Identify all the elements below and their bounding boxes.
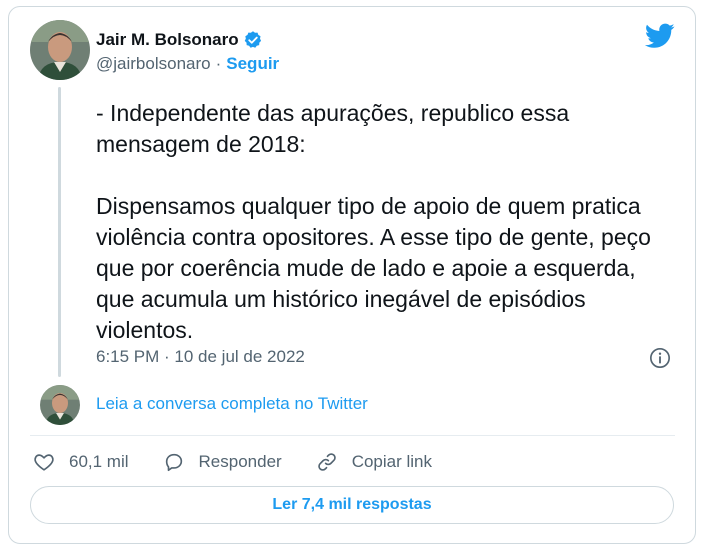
read-replies-button[interactable]: Ler 7,4 mil respostas xyxy=(30,486,674,524)
actions-divider xyxy=(30,435,675,436)
avatar-photo-small xyxy=(40,385,80,425)
thread-connector-line xyxy=(58,87,61,377)
like-count: 60,1 mil xyxy=(69,452,129,471)
author-handle-row: @jairbolsonaro · Seguir xyxy=(96,54,279,74)
tweet-actions: 60,1 mil Responder Copiar link xyxy=(33,449,466,475)
author-handle[interactable]: @jairbolsonaro xyxy=(96,54,211,74)
speech-bubble-icon xyxy=(165,453,182,472)
tweet-card: Jair M. Bolsonaro @jairbolsonaro · Segui… xyxy=(8,6,696,544)
heart-icon xyxy=(34,454,54,471)
twitter-bird-icon[interactable] xyxy=(645,23,675,49)
tweet-text: - Independente das apurações, republico … xyxy=(96,100,651,343)
follow-button[interactable]: Seguir xyxy=(226,54,279,74)
like-button[interactable]: 60,1 mil xyxy=(33,451,129,473)
copy-link-button[interactable]: Copiar link xyxy=(316,451,432,473)
copy-link-label: Copiar link xyxy=(351,452,433,471)
handle-separator: · xyxy=(215,54,222,73)
info-icon[interactable] xyxy=(649,347,671,369)
author-display-name[interactable]: Jair M. Bolsonaro xyxy=(96,30,239,50)
reply-label: Responder xyxy=(198,452,282,471)
author-name-row: Jair M. Bolsonaro xyxy=(96,28,263,52)
author-avatar[interactable] xyxy=(30,20,90,80)
thread-avatar[interactable] xyxy=(40,385,80,425)
verified-badge-icon xyxy=(244,31,261,48)
tweet-timestamp[interactable]: 6:15 PM · 10 de jul de 2022 xyxy=(96,347,305,367)
avatar-photo xyxy=(30,20,90,80)
link-icon xyxy=(317,453,336,471)
reply-button[interactable]: Responder xyxy=(163,451,282,473)
read-full-conversation-link[interactable]: Leia a conversa completa no Twitter xyxy=(96,394,368,414)
